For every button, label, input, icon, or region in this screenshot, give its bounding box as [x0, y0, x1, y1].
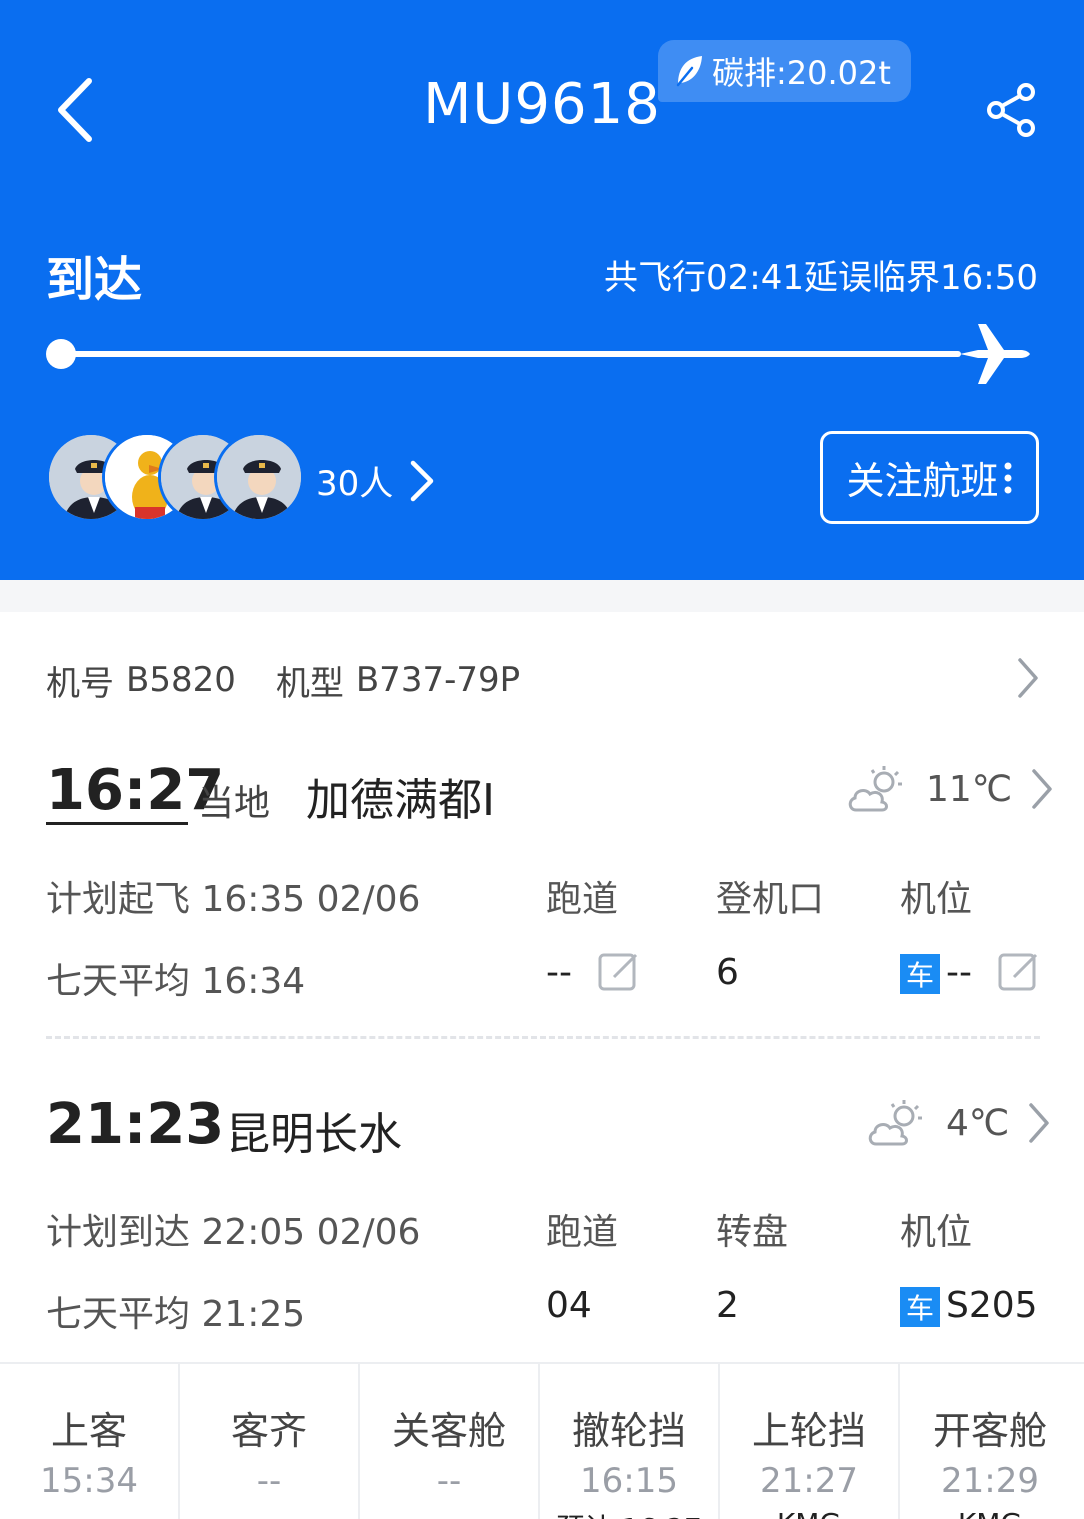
aircraft-type-label: 机型	[275, 663, 344, 704]
departure-gate-value: 6	[716, 952, 739, 993]
departure-weather[interactable]: 11℃	[846, 764, 1054, 814]
timeline-item-chocks-off: 撤轮挡 16:15 预计 16:27	[540, 1364, 720, 1519]
aircraft-reg-value: B5820	[126, 660, 236, 700]
partly-cloudy-icon	[848, 766, 902, 812]
edit-icon[interactable]	[598, 951, 640, 993]
departure-time-underline	[46, 822, 188, 825]
flight-number: MU9618	[423, 72, 661, 137]
progress-line	[61, 351, 961, 357]
chevron-right-icon	[411, 460, 434, 501]
timeline-item-chocks-on: 上轮挡 21:27 KMG	[720, 1364, 900, 1519]
shuttle-bus-badge: 车	[900, 954, 940, 994]
timeline-item-boarding: 上客 15:34	[0, 1364, 180, 1519]
more-dots-icon	[1004, 462, 1011, 493]
departure-gate-header: 登机口	[716, 879, 825, 920]
aircraft-info-row[interactable]: 机号 B5820 机型 B737-79P	[46, 650, 1040, 710]
share-icon	[987, 83, 1035, 137]
timeline-sub: KMG	[720, 1507, 898, 1519]
flight-status: 到达	[46, 252, 143, 308]
timeline-label: 撤轮挡	[571, 1409, 686, 1453]
airplane-icon	[960, 324, 1030, 384]
timeline-time: --	[256, 1461, 282, 1501]
arrival-planned: 计划到达 22:05 02/06	[46, 1212, 421, 1253]
leaf-icon	[676, 56, 702, 87]
timeline-sub: KMG	[900, 1507, 1080, 1519]
flight-header: MU9618 碳排:20.02t 到达 共飞行02:41延误临界16:50 30…	[0, 0, 1084, 580]
chevron-right-icon	[1029, 1103, 1050, 1143]
avatar	[214, 432, 304, 522]
arrival-weather[interactable]: 4℃	[866, 1098, 1051, 1148]
arrival-runway-value: 04	[546, 1285, 592, 1326]
timeline-item-door-open: 开客舱 21:29 KMG	[900, 1364, 1080, 1519]
pilot-avatar-icon	[217, 435, 301, 519]
progress-start-dot	[46, 339, 76, 369]
carbon-badge[interactable]: 碳排:20.02t	[658, 40, 911, 102]
timeline-time: --	[436, 1461, 462, 1501]
departure-stand-value: --	[946, 952, 972, 993]
follow-flight-label: 关注航班	[846, 459, 999, 503]
section-gap	[0, 580, 1084, 612]
local-time-label: 当地	[198, 783, 271, 824]
timeline-time: 21:29	[941, 1461, 1039, 1501]
departure-runway-header: 跑道	[546, 879, 619, 920]
edit-icon[interactable]	[998, 951, 1040, 993]
flight-progress	[46, 320, 1038, 390]
flight-duration-info: 共飞行02:41延误临界16:50	[604, 258, 1038, 298]
shuttle-bus-badge: 车	[900, 1287, 940, 1327]
timeline-time: 15:34	[40, 1461, 138, 1501]
timeline-label: 上客	[50, 1409, 127, 1453]
departure-planned: 计划起飞 16:35 02/06	[46, 879, 421, 920]
departure-temperature: 11℃	[926, 768, 1013, 810]
followers-link[interactable]: 30人	[316, 456, 435, 505]
arrival-airport[interactable]: 昆明长水	[226, 1098, 402, 1162]
timeline-item-boarding-complete: 客齐 --	[180, 1364, 360, 1519]
arrival-runway-header: 跑道	[546, 1212, 619, 1253]
arrival-temperature: 4℃	[946, 1102, 1010, 1144]
arrival-carousel-value: 2	[716, 1285, 739, 1326]
timeline-label: 上轮挡	[751, 1409, 866, 1453]
arrival-carousel-header: 转盘	[716, 1212, 789, 1253]
departure-stand-header: 机位	[900, 879, 973, 920]
arrival-stand-value-row: 车 S205	[900, 1285, 1038, 1327]
followers-count: 30人	[316, 464, 394, 504]
timeline-label: 开客舱	[932, 1409, 1047, 1453]
arrival-time: 21:23	[46, 1092, 225, 1157]
arrival-stand-value: S205	[946, 1285, 1038, 1326]
timeline-time: 16:15	[580, 1461, 678, 1501]
arrival-stand-header: 机位	[900, 1212, 973, 1253]
chevron-right-icon	[1018, 658, 1038, 698]
partly-cloudy-icon	[868, 1100, 922, 1146]
timeline-sub: 预计 16:27	[540, 1507, 718, 1519]
departure-seven-day-avg: 七天平均 16:34	[46, 961, 306, 1002]
departure-airport[interactable]: 加德满都I	[306, 764, 495, 828]
timeline-item-door-close: 关客舱 --	[360, 1364, 540, 1519]
follower-avatars[interactable]	[46, 432, 306, 522]
departure-stand-value-row: 车 --	[900, 952, 972, 994]
chevron-right-icon	[1032, 769, 1052, 809]
timeline-time: 21:27	[760, 1461, 858, 1501]
aircraft-reg-label: 机号	[46, 663, 114, 704]
ground-timeline: 上客 15:34 客齐 -- 关客舱 -- 撤轮挡 16:15 预计 16:27…	[0, 1362, 1084, 1519]
dashed-divider	[46, 1036, 1040, 1039]
aircraft-type-value: B737-79P	[355, 660, 521, 700]
arrival-seven-day-avg: 七天平均 21:25	[46, 1294, 306, 1335]
follow-flight-button[interactable]: 关注航班	[820, 431, 1039, 524]
timeline-label: 客齐	[230, 1409, 307, 1453]
timeline-label: 关客舱	[391, 1409, 506, 1453]
share-button[interactable]	[982, 80, 1042, 140]
carbon-value: 碳排:20.02t	[712, 54, 891, 92]
departure-runway-value: --	[546, 952, 572, 993]
